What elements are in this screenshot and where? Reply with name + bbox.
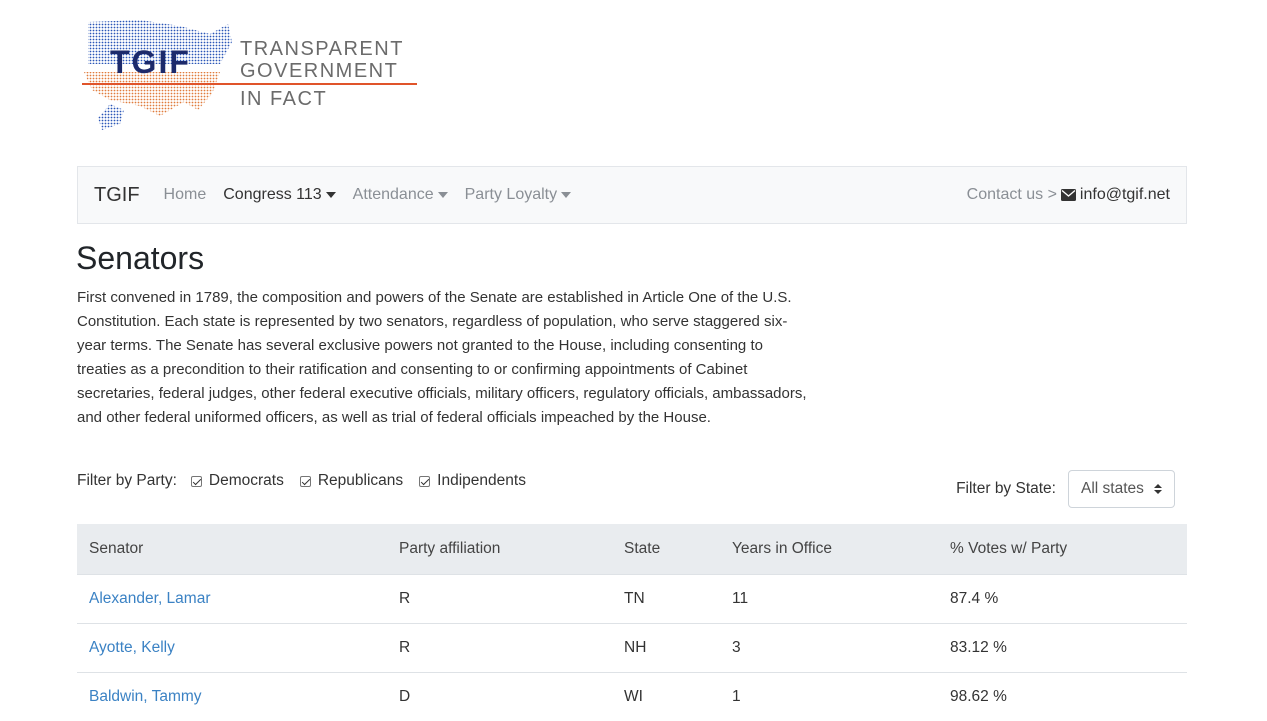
logo-divider <box>82 83 417 85</box>
republicans-checkbox[interactable]: Republicans <box>299 472 404 490</box>
header-state[interactable]: State <box>612 524 720 575</box>
logo-text-line3: IN FACT <box>240 88 328 110</box>
nav-congress-label: Congress 113 <box>223 186 322 203</box>
logo-acronym: TGIF <box>110 44 191 80</box>
table-row: Ayotte, Kelly R NH 3 83.12 % <box>77 623 1187 673</box>
table-row: Alexander, Lamar R TN 11 87.4 % <box>77 574 1187 624</box>
state-cell: WI <box>612 672 720 721</box>
years-cell: 3 <box>720 623 938 673</box>
senator-name-cell: Alexander, Lamar <box>77 574 387 624</box>
header-years[interactable]: Years in Office <box>720 524 938 575</box>
page-title: Senators <box>76 240 205 276</box>
senators-table: Senator Party affiliation State Years in… <box>77 524 1187 721</box>
select-arrows-icon <box>1154 484 1162 494</box>
years-cell: 1 <box>720 672 938 721</box>
senator-link[interactable]: Baldwin, Tammy <box>89 688 202 705</box>
navbar-contact: Contact us > info@tgif.net <box>967 186 1170 204</box>
checkbox-checked-icon[interactable] <box>190 475 202 487</box>
republicans-label: Republicans <box>317 472 404 489</box>
main-navbar: TGIF Home Congress 113 Attendance Party … <box>77 166 1187 224</box>
senator-name-cell: Ayotte, Kelly <box>77 623 387 673</box>
checkbox-checked-icon[interactable] <box>419 475 431 487</box>
party-filter: Filter by Party: Democrats Republicans I… <box>77 472 542 490</box>
votes-cell: 87.4 % <box>938 574 1187 624</box>
header-senator[interactable]: Senator <box>77 524 387 575</box>
democrats-checkbox[interactable]: Democrats <box>190 472 284 490</box>
party-cell: D <box>387 672 612 721</box>
democrats-label: Democrats <box>208 472 284 489</box>
header-party[interactable]: Party affiliation <box>387 524 612 575</box>
independents-label: Indipendents <box>437 472 526 489</box>
state-filter-label: Filter by State: <box>956 480 1056 497</box>
nav-home[interactable]: Home <box>164 186 207 204</box>
nav-attendance-label: Attendance <box>352 186 434 203</box>
nav-party-loyalty-dropdown[interactable]: Party Loyalty <box>464 186 572 204</box>
nav-party-loyalty-label: Party Loyalty <box>464 186 558 203</box>
state-cell: NH <box>612 623 720 673</box>
party-cell: R <box>387 574 612 624</box>
page-description: First convened in 1789, the composition … <box>77 289 807 426</box>
state-filter: Filter by State: All states <box>956 470 1175 508</box>
state-cell: TN <box>612 574 720 624</box>
senator-link[interactable]: Alexander, Lamar <box>89 590 211 607</box>
contact-label: Contact us > <box>966 186 1057 203</box>
votes-cell: 98.62 % <box>938 672 1187 721</box>
nav-home-label: Home <box>163 186 207 203</box>
caret-down-icon <box>437 192 448 198</box>
email-link[interactable]: info@tgif.net <box>1060 186 1170 204</box>
senator-link[interactable]: Ayotte, Kelly <box>89 639 175 656</box>
navbar-brand[interactable]: TGIF <box>94 184 140 207</box>
checkbox-checked-icon[interactable] <box>299 475 311 487</box>
email-text: info@tgif.net <box>1079 186 1170 203</box>
caret-down-icon <box>561 192 572 198</box>
party-cell: R <box>387 623 612 673</box>
state-select-value: All states <box>1081 480 1144 497</box>
header-votes[interactable]: % Votes w/ Party <box>938 524 1187 575</box>
nav-congress-dropdown[interactable]: Congress 113 <box>223 186 336 204</box>
independents-checkbox[interactable]: Indipendents <box>419 472 526 490</box>
table-row: Baldwin, Tammy D WI 1 98.62 % <box>77 672 1187 721</box>
nav-attendance-dropdown[interactable]: Attendance <box>353 186 448 204</box>
senator-name-cell: Baldwin, Tammy <box>77 672 387 721</box>
envelope-icon <box>1060 189 1076 201</box>
votes-cell: 83.12 % <box>938 623 1187 673</box>
logo-text-line1: TRANSPARENT <box>240 38 404 60</box>
site-logo[interactable]: TGIF TRANSPARENT GOVERNMENT IN FACT <box>80 14 420 132</box>
logo-text-line2: GOVERNMENT <box>240 60 399 82</box>
party-filter-label: Filter by Party: <box>77 472 177 489</box>
caret-down-icon <box>325 192 336 198</box>
state-select[interactable]: All states <box>1068 470 1175 508</box>
table-header-row: Senator Party affiliation State Years in… <box>77 524 1187 575</box>
years-cell: 11 <box>720 574 938 624</box>
